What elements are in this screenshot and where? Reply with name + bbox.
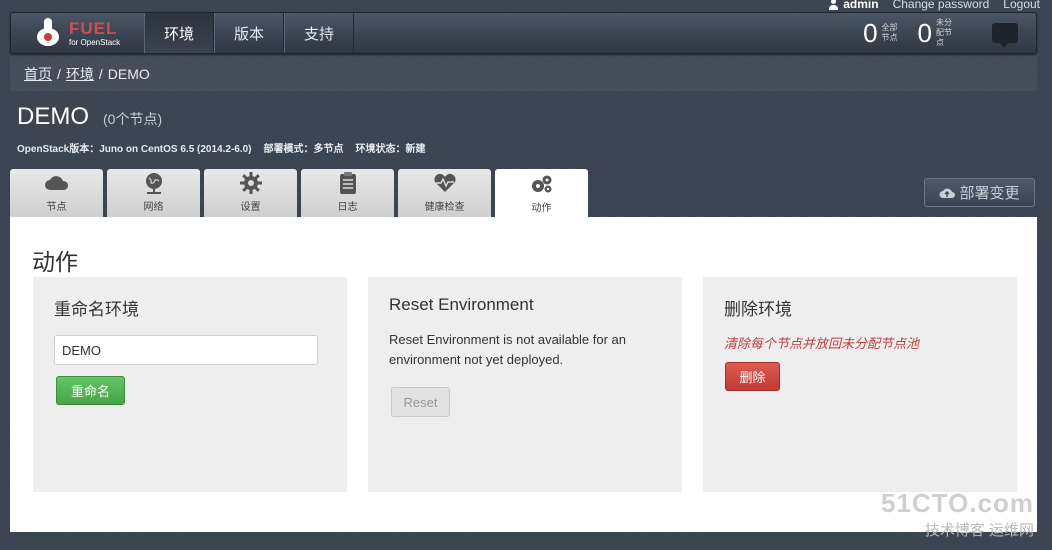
status-value: 新建 [405, 144, 426, 155]
tab-label: 日志 [337, 202, 358, 213]
nav-support[interactable]: 支持 [284, 13, 354, 53]
deploy-changes-label: 部署变更 [959, 185, 1020, 202]
cloud-icon [44, 176, 68, 190]
total-nodes-label: 全部节点 [881, 23, 898, 42]
openstack-value: Juno on CentOS 6.5 (2014.2-6.0) [99, 144, 252, 155]
rename-panel: 重命名环境 重命名 [33, 277, 347, 492]
delete-button[interactable]: 删除 [725, 362, 780, 391]
unallocated-nodes-label: 未分配节点 [936, 18, 952, 47]
nav-environments[interactable]: 环境 [144, 13, 214, 53]
section-title: 动作 [32, 249, 78, 275]
heart-icon [433, 173, 456, 192]
tab-label: 网络 [143, 202, 164, 213]
node-count: (0个节点) [103, 111, 163, 127]
brand-sub: for OpenStack [69, 37, 121, 47]
total-nodes-stat: 0 全部节点 [863, 13, 903, 53]
globe-icon [145, 173, 162, 194]
unallocated-nodes-stat: 0 未分配节点 [918, 13, 958, 53]
breadcrumb: 首页 / 环境 / DEMO [10, 56, 1037, 91]
deploy-changes-button[interactable]: 部署变更 [924, 178, 1035, 207]
gears-icon [531, 175, 551, 193]
logout-link[interactable]: Logout [1003, 0, 1040, 11]
tab-actions[interactable]: 动作 [495, 169, 588, 218]
user-menu[interactable]: admin [828, 0, 879, 11]
delete-title: 删除环境 [724, 300, 792, 319]
rename-title: 重命名环境 [54, 300, 139, 319]
reset-description: Reset Environment is not available for a… [389, 332, 627, 367]
environment-name: DEMO [17, 103, 89, 130]
breadcrumb-environments[interactable]: 环境 [66, 64, 94, 84]
delete-panel: 删除环境 清除每个节点并放回未分配节点池 删除 [703, 277, 1017, 492]
tab-logs[interactable]: 日志 [301, 169, 394, 217]
tab-label: 健康检查 [424, 202, 465, 213]
reset-panel: Reset Environment Reset Environment is n… [368, 277, 682, 492]
user-bar: admin Change password Logout [828, 0, 1040, 11]
rename-button[interactable]: 重命名 [56, 376, 125, 405]
breadcrumb-separator: / [57, 65, 61, 82]
tab-label: 设置 [240, 202, 261, 213]
cloud-upload-icon [939, 188, 956, 198]
tab-settings[interactable]: 设置 [204, 169, 297, 217]
tab-network[interactable]: 网络 [107, 169, 200, 217]
rename-input[interactable] [54, 335, 318, 365]
fuel-logo[interactable]: FUEL for OpenStack [11, 13, 144, 53]
mode-value: 多节点 [313, 144, 344, 155]
tab-health-check[interactable]: 健康检查 [398, 169, 491, 217]
fuel-logo-icon [35, 18, 63, 48]
notifications-icon[interactable] [992, 23, 1018, 48]
username: admin [843, 0, 879, 11]
environment-meta: OpenStack版本：Juno on CentOS 6.5 (2014.2-6… [17, 140, 426, 155]
tab-label: 动作 [531, 203, 552, 214]
reset-title: Reset Environment [389, 295, 534, 314]
actions-content: 动作 重命名环境 重命名 Reset Environment Reset Env… [10, 217, 1037, 532]
total-nodes-count: 0 [863, 17, 878, 48]
nav-releases[interactable]: 版本 [214, 13, 284, 53]
breadcrumb-current: DEMO [107, 65, 150, 82]
delete-warning: 清除每个节点并放回未分配节点池 [724, 336, 920, 351]
reset-button[interactable]: Reset [391, 387, 450, 417]
user-icon [828, 0, 839, 10]
tab-label: 节点 [46, 202, 67, 213]
status-label: 环境状态： [355, 144, 406, 155]
tab-nodes[interactable]: 节点 [10, 169, 103, 217]
environment-header: DEMO (0个节点) [17, 103, 162, 131]
clipboard-icon [339, 172, 356, 194]
mode-label: 部署模式： [263, 144, 314, 155]
brand-name: FUEL [69, 18, 118, 38]
breadcrumb-separator: / [98, 65, 103, 82]
top-navbar: FUEL for OpenStack 环境 版本 支持 0 全部节点 0 未分配… [10, 12, 1037, 54]
unallocated-nodes-count: 0 [917, 17, 932, 48]
change-password-link[interactable]: Change password [893, 0, 990, 11]
environment-tabs: 节点 网络 设置 日志 健康检查 动作 [10, 169, 588, 218]
openstack-label: OpenStack版本： [17, 144, 100, 155]
breadcrumb-home[interactable]: 首页 [24, 64, 52, 84]
gear-icon [239, 172, 262, 194]
